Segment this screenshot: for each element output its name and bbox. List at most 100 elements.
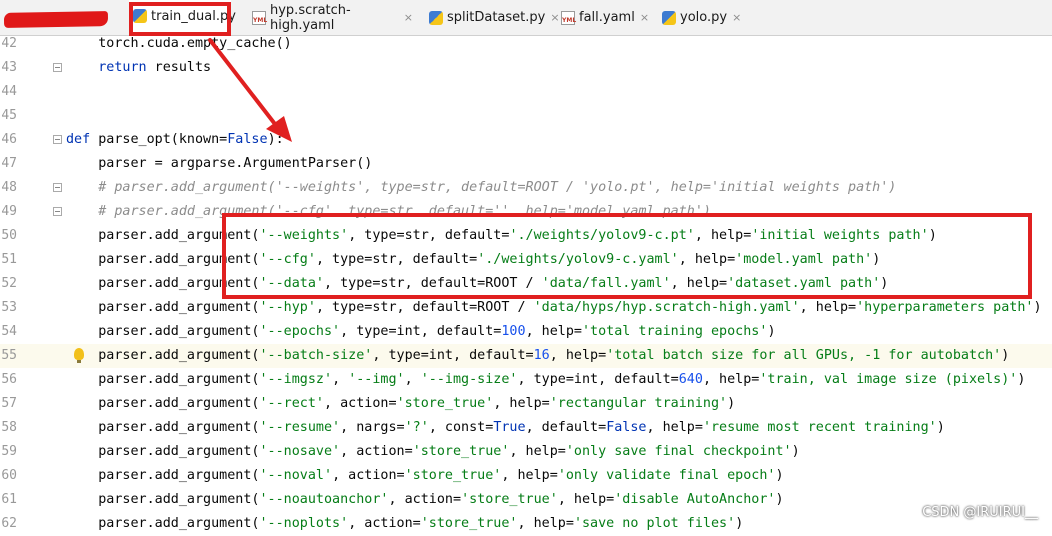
tab-train-dual-py[interactable]: train_dual.py: [129, 0, 236, 35]
code-token: , action=: [340, 444, 413, 459]
code-token: , help=: [509, 444, 566, 459]
code-token: , type=int, default=: [340, 324, 502, 339]
code-line[interactable]: 55 parser.add_argument('--batch-size', t…: [0, 344, 1052, 368]
tab-label: train_dual.py: [151, 8, 236, 24]
code-line[interactable]: 53 parser.add_argument('--hyp', type=str…: [0, 296, 1052, 320]
code-line[interactable]: 44: [0, 80, 1052, 104]
code-token: ): [1001, 348, 1010, 363]
code-line[interactable]: 57 parser.add_argument('--rect', action=…: [0, 392, 1052, 416]
tab-label: splitDataset.py: [447, 10, 546, 25]
code-text: parser.add_argument('--data', type=str, …: [66, 272, 888, 296]
code-token: '--rect': [259, 396, 325, 411]
code-line[interactable]: 59 parser.add_argument('--nosave', actio…: [0, 440, 1052, 464]
code-token: parser.add_argument(: [98, 348, 260, 363]
code-line[interactable]: 60 parser.add_argument('--noval', action…: [0, 464, 1052, 488]
code-token: 'store_true': [461, 492, 558, 507]
fold-toggle-icon[interactable]: [53, 207, 62, 216]
code-line[interactable]: 58 parser.add_argument('--resume', nargs…: [0, 416, 1052, 440]
python-file-icon: [429, 10, 443, 25]
editor-tab-bar: train_dual.py YML hyp.scratch-high.yaml × sp…: [0, 0, 1052, 36]
code-token: '--hyp': [259, 300, 316, 315]
code-token: ):: [267, 132, 284, 147]
code-token: True: [493, 420, 526, 435]
code-token: , action=: [388, 492, 462, 507]
tab-hyp-scratch-high-yaml[interactable]: YML hyp.scratch-high.yaml ×: [248, 0, 413, 35]
code-token: 'initial weights path': [751, 228, 929, 243]
tab-fall-yaml[interactable]: YML fall.yaml ×: [557, 0, 649, 35]
tab-splitdataset-py[interactable]: splitDataset.py ×: [425, 0, 560, 35]
code-token: ): [735, 516, 744, 531]
code-token: parse_opt(known=: [90, 132, 228, 147]
code-token: , type=int, default=: [372, 348, 534, 363]
code-line[interactable]: 51 parser.add_argument('--cfg', type=str…: [0, 248, 1052, 272]
tab-label: hyp.scratch-high.yaml: [270, 2, 351, 33]
code-editor[interactable]: 42 torch.cuda.empty_cache() 43 return res…: [0, 36, 1052, 531]
code-text: return results: [66, 56, 211, 80]
code-text: parser.add_argument('--noval', action='s…: [66, 464, 783, 488]
code-token: '--epochs': [259, 324, 341, 339]
code-token: '--img-size': [420, 372, 518, 387]
code-token: parser.add_argument(: [98, 228, 260, 243]
code-token: 'hyperparameters path': [856, 300, 1034, 315]
code-token: '--weights': [259, 228, 349, 243]
code-token: , const=: [428, 420, 494, 435]
code-line[interactable]: 48 # parser.add_argument('--weights', ty…: [0, 176, 1052, 200]
code-token: 'total batch size for all GPUs, -1 for a…: [606, 348, 1002, 363]
code-token: parser.add_argument(: [98, 468, 260, 483]
close-tab-icon[interactable]: ×: [404, 11, 413, 24]
code-token: '--data': [259, 276, 325, 291]
code-token: # parser.add_argument('--cfg', type=str,…: [98, 204, 711, 219]
code-line[interactable]: 43 return results: [0, 56, 1052, 80]
code-text: def parse_opt(known=False):: [66, 128, 284, 152]
code-line[interactable]: 47 parser = argparse.ArgumentParser(): [0, 152, 1052, 176]
line-number: 58: [1, 420, 17, 435]
code-line[interactable]: 54 parser.add_argument('--epochs', type=…: [0, 320, 1052, 344]
code-token: '--noautoanchor': [259, 492, 389, 507]
code-token: , action=: [324, 396, 397, 411]
tab-yolo-py[interactable]: yolo.py ×: [658, 0, 750, 35]
code-token: ): [880, 276, 889, 291]
fold-toggle-icon[interactable]: [53, 135, 62, 144]
code-token: parser.add_argument(: [98, 300, 260, 315]
line-number: 49: [1, 204, 17, 219]
yaml-icon-text: YML: [562, 16, 577, 24]
code-line[interactable]: 50 parser.add_argument('--weights', type…: [0, 224, 1052, 248]
fold-toggle-icon[interactable]: [53, 183, 62, 192]
code-token: , help=: [549, 348, 607, 363]
yaml-file-icon: YML: [252, 10, 267, 25]
code-token: def: [66, 132, 91, 147]
line-number: 50: [1, 228, 17, 243]
code-line[interactable]: 52 parser.add_argument('--data', type=st…: [0, 272, 1052, 296]
code-line[interactable]: 49 # parser.add_argument('--cfg', type=s…: [0, 200, 1052, 224]
code-line[interactable]: 56 parser.add_argument('--imgsz', '--img…: [0, 368, 1052, 392]
code-line[interactable]: 45: [0, 104, 1052, 128]
code-line[interactable]: 61 parser.add_argument('--noautoanchor',…: [0, 488, 1052, 512]
line-number: 48: [1, 180, 17, 195]
code-token: parser.add_argument(: [98, 492, 260, 507]
code-token: 'store_true': [396, 396, 494, 411]
code-token: '--noval': [259, 468, 333, 483]
line-number: 42: [1, 36, 17, 51]
code-token: 'dataset.yaml path': [727, 276, 881, 291]
close-tab-icon[interactable]: ×: [732, 11, 741, 24]
code-text: parser.add_argument('--hyp', type=str, d…: [66, 296, 1041, 320]
code-text: # parser.add_argument('--weights', type=…: [66, 176, 896, 200]
fold-toggle-icon[interactable]: [53, 63, 62, 72]
code-line[interactable]: 42 torch.cuda.empty_cache(): [0, 32, 1052, 56]
code-token: parser.add_argument(: [98, 324, 260, 339]
code-line[interactable]: 46 def parse_opt(known=False):: [0, 128, 1052, 152]
close-tab-icon[interactable]: ×: [640, 11, 649, 24]
code-token: , help=: [799, 300, 857, 315]
code-token: './weights/yolov9-c.yaml': [477, 252, 679, 267]
code-token: , action=: [332, 468, 405, 483]
code-line[interactable]: 62 parser.add_argument('--noplots', acti…: [0, 512, 1052, 536]
